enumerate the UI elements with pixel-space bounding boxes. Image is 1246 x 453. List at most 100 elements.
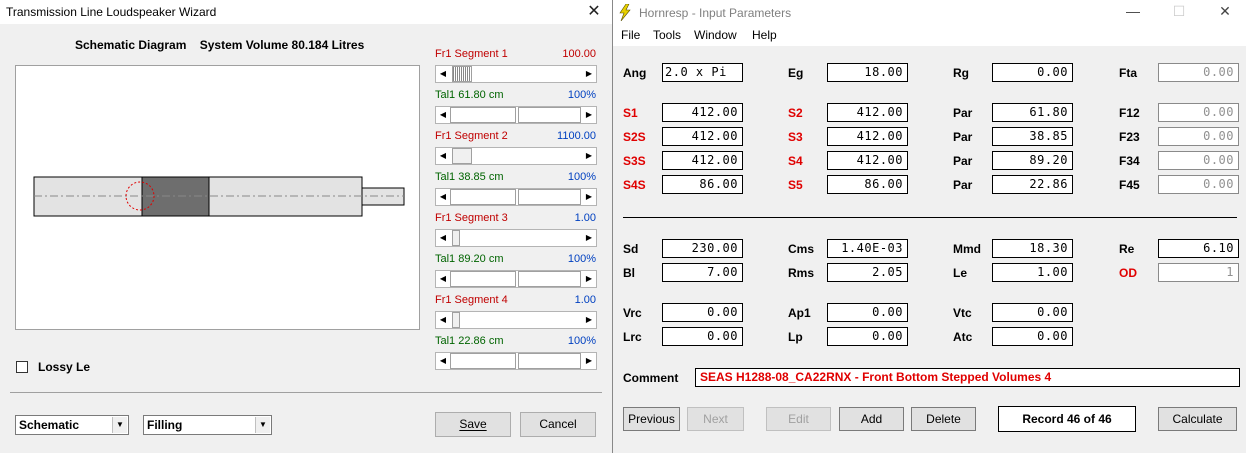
param-label-s5: S5 <box>788 178 803 192</box>
param-field-ang[interactable]: 2.0 x Pi <box>662 63 743 82</box>
delete-button[interactable]: Delete <box>911 407 976 431</box>
param-field-lrc[interactable]: 0.00 <box>662 327 743 346</box>
arrow-right-icon[interactable]: ▶ <box>582 230 596 246</box>
param-field-par[interactable]: 38.85 <box>992 127 1073 146</box>
calculate-button[interactable]: Calculate <box>1158 407 1237 431</box>
param-field-s4s[interactable]: 86.00 <box>662 175 743 194</box>
param-field-rms[interactable]: 2.05 <box>827 263 908 282</box>
slider-value: 100.00 <box>562 48 596 60</box>
arrow-left-icon[interactable]: ◀ <box>436 353 450 369</box>
close-icon[interactable]: ✕ <box>1213 3 1237 23</box>
param-label-vtc: Vtc <box>953 306 972 320</box>
lossy-le-checkbox[interactable] <box>16 361 28 373</box>
slider-thumb[interactable] <box>518 353 581 369</box>
slider-thumb[interactable] <box>452 66 472 82</box>
slider-track[interactable]: ◀ ▶ <box>435 188 597 206</box>
slider-track[interactable]: ◀ ▶ <box>435 270 597 288</box>
param-field-s1[interactable]: 412.00 <box>662 103 743 122</box>
param-field-s2s[interactable]: 412.00 <box>662 127 743 146</box>
menu-window[interactable]: Window <box>694 28 737 42</box>
arrow-right-icon[interactable]: ▶ <box>582 189 596 205</box>
param-field-par[interactable]: 22.86 <box>992 175 1073 194</box>
slider-thumb[interactable] <box>452 312 460 328</box>
comment-field[interactable]: SEAS H1288-08_CA22RNX - Front Bottom Ste… <box>695 368 1240 387</box>
filling-select[interactable]: Filling ▼ <box>143 415 272 435</box>
slider-thumb[interactable] <box>450 107 516 123</box>
menu-file[interactable]: File <box>621 28 640 42</box>
cancel-button[interactable]: Cancel <box>520 412 596 437</box>
slider-track[interactable]: ◀ ▶ <box>435 147 597 165</box>
param-field-cms[interactable]: 1.40E-03 <box>827 239 908 258</box>
close-icon[interactable]: ✕ <box>584 2 604 22</box>
param-field-re[interactable]: 6.10 <box>1158 239 1239 258</box>
param-field-s4[interactable]: 412.00 <box>827 151 908 170</box>
param-field-par[interactable]: 61.80 <box>992 103 1073 122</box>
param-field-fta[interactable]: 0.00 <box>1158 63 1239 82</box>
arrow-left-icon[interactable]: ◀ <box>436 66 450 82</box>
arrow-left-icon[interactable]: ◀ <box>436 189 450 205</box>
slider-track[interactable]: ◀ ▶ <box>435 106 597 124</box>
param-field-le[interactable]: 1.00 <box>992 263 1073 282</box>
param-field-eg[interactable]: 18.00 <box>827 63 908 82</box>
slider-track[interactable]: ◀ ▶ <box>435 352 597 370</box>
param-field-s5[interactable]: 86.00 <box>827 175 908 194</box>
slider-thumb[interactable] <box>450 189 516 205</box>
arrow-right-icon[interactable]: ▶ <box>582 312 596 328</box>
slider-thumb[interactable] <box>518 189 581 205</box>
arrow-left-icon[interactable]: ◀ <box>436 312 450 328</box>
arrow-right-icon[interactable]: ▶ <box>582 148 596 164</box>
param-field-lp[interactable]: 0.00 <box>827 327 908 346</box>
view-select[interactable]: Schematic ▼ <box>15 415 129 435</box>
param-field-vrc[interactable]: 0.00 <box>662 303 743 322</box>
param-label-s3: S3 <box>788 130 803 144</box>
add-button[interactable]: Add <box>839 407 904 431</box>
menu-help[interactable]: Help <box>752 28 777 42</box>
maximize-icon[interactable]: ☐ <box>1167 3 1191 23</box>
param-label-re: Re <box>1119 242 1135 256</box>
param-field-bl[interactable]: 7.00 <box>662 263 743 282</box>
arrow-right-icon[interactable]: ▶ <box>582 271 596 287</box>
slider-value: 1.00 <box>574 212 596 224</box>
next-button[interactable]: Next <box>687 407 744 431</box>
param-field-f23[interactable]: 0.00 <box>1158 127 1239 146</box>
slider-track[interactable]: ◀ ▶ <box>435 65 597 83</box>
slider-thumb[interactable] <box>450 271 516 287</box>
chevron-down-icon[interactable]: ▼ <box>112 417 127 433</box>
arrow-left-icon[interactable]: ◀ <box>436 271 450 287</box>
slider-thumb[interactable] <box>518 107 581 123</box>
param-field-sd[interactable]: 230.00 <box>662 239 743 258</box>
save-button[interactable]: Save <box>435 412 511 437</box>
arrow-right-icon[interactable]: ▶ <box>582 66 596 82</box>
previous-button[interactable]: Previous <box>623 407 680 431</box>
arrow-right-icon[interactable]: ▶ <box>582 353 596 369</box>
arrow-left-icon[interactable]: ◀ <box>436 230 450 246</box>
arrow-left-icon[interactable]: ◀ <box>436 107 450 123</box>
wizard-titlebar: Transmission Line Loudspeaker Wizard ✕ <box>0 0 612 24</box>
param-field-s2[interactable]: 412.00 <box>827 103 908 122</box>
slider-thumb[interactable] <box>452 230 460 246</box>
edit-button[interactable]: Edit <box>766 407 831 431</box>
param-field-atc[interactable]: 0.00 <box>992 327 1073 346</box>
slider-track[interactable]: ◀ ▶ <box>435 229 597 247</box>
minimize-icon[interactable]: — <box>1121 3 1145 23</box>
param-field-rg[interactable]: 0.00 <box>992 63 1073 82</box>
param-field-ap1[interactable]: 0.00 <box>827 303 908 322</box>
param-field-vtc[interactable]: 0.00 <box>992 303 1073 322</box>
param-field-od[interactable]: 1 <box>1158 263 1239 282</box>
arrow-left-icon[interactable]: ◀ <box>436 148 450 164</box>
arrow-right-icon[interactable]: ▶ <box>582 107 596 123</box>
comment-label: Comment <box>623 371 679 385</box>
slider-thumb[interactable] <box>518 271 581 287</box>
slider-thumb[interactable] <box>450 353 516 369</box>
menu-tools[interactable]: Tools <box>653 28 681 42</box>
param-field-f34[interactable]: 0.00 <box>1158 151 1239 170</box>
param-field-mmd[interactable]: 18.30 <box>992 239 1073 258</box>
param-field-f12[interactable]: 0.00 <box>1158 103 1239 122</box>
param-field-s3s[interactable]: 412.00 <box>662 151 743 170</box>
chevron-down-icon[interactable]: ▼ <box>255 417 270 433</box>
param-field-par[interactable]: 89.20 <box>992 151 1073 170</box>
param-field-f45[interactable]: 0.00 <box>1158 175 1239 194</box>
slider-thumb[interactable] <box>452 148 472 164</box>
param-field-s3[interactable]: 412.00 <box>827 127 908 146</box>
slider-track[interactable]: ◀ ▶ <box>435 311 597 329</box>
